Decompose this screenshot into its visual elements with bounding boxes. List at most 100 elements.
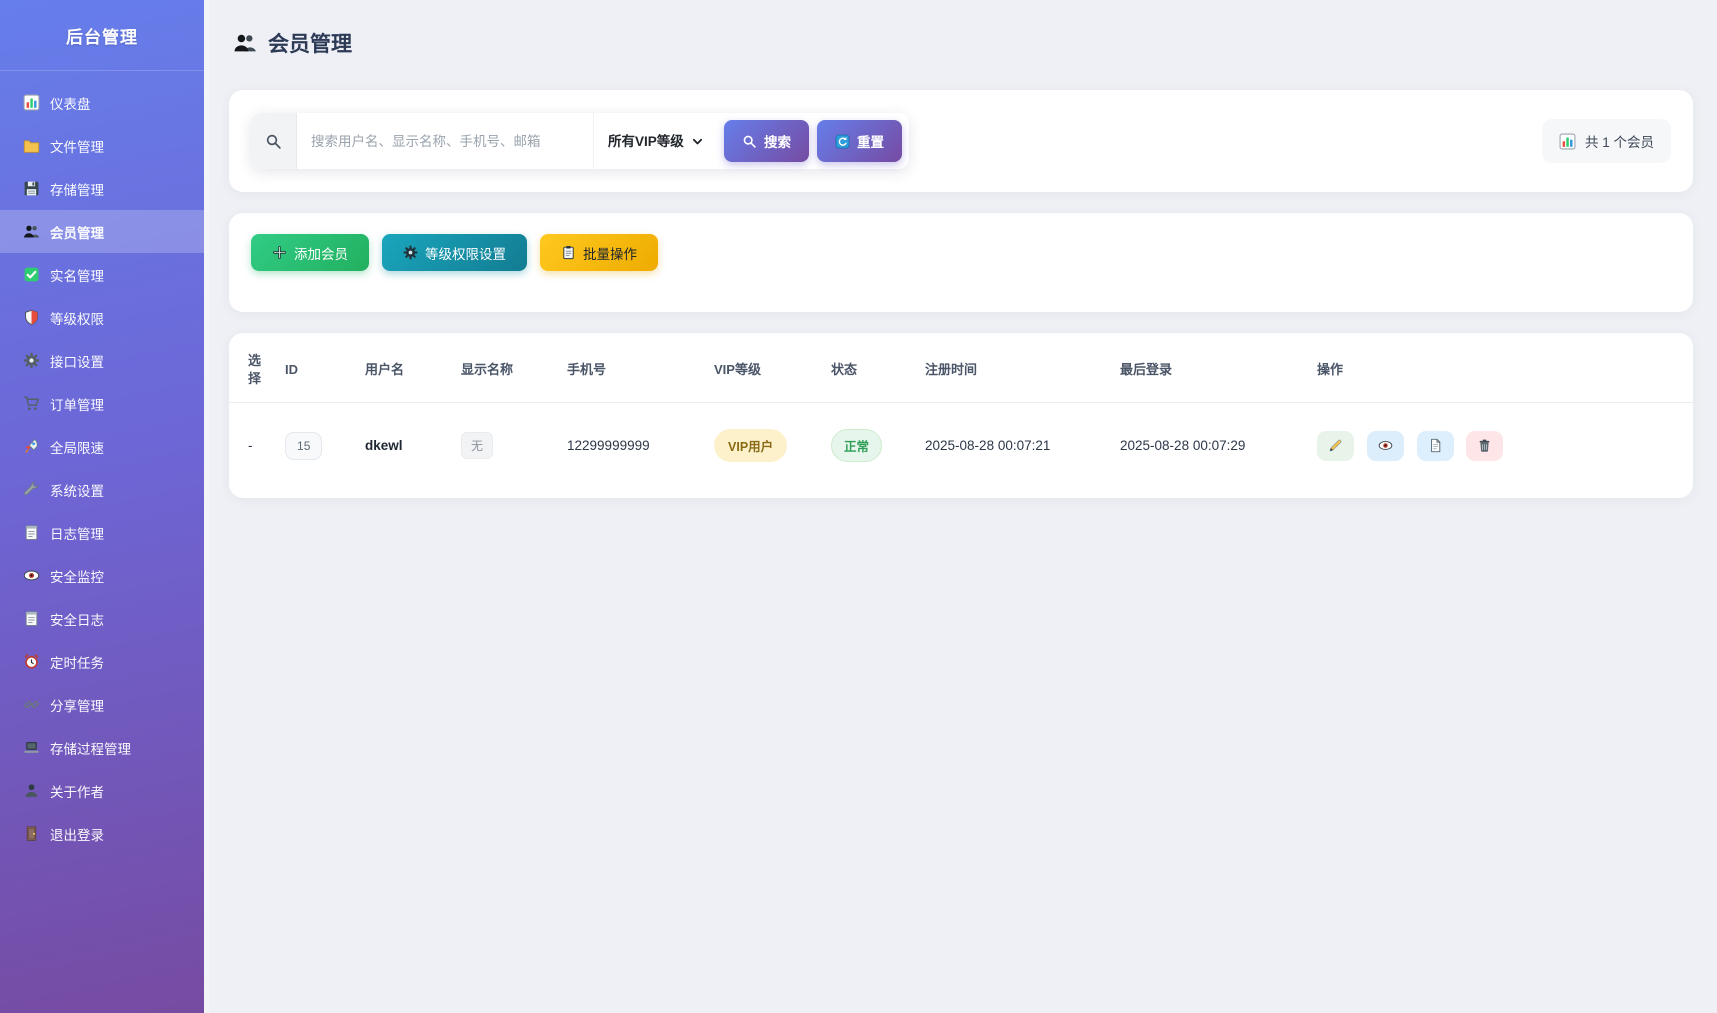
sidebar-item-orders[interactable]: 订单管理 <box>0 382 204 425</box>
add-member-button[interactable]: 添加会员 <box>251 234 369 271</box>
notepad-icon <box>23 524 40 541</box>
gear-icon <box>23 352 40 369</box>
sidebar-item-dashboard[interactable]: 仪表盘 <box>0 81 204 124</box>
sidebar-item-level-permission[interactable]: 等级权限 <box>0 296 204 339</box>
header-operations: 操作 <box>1305 335 1693 403</box>
edit-button[interactable] <box>1317 431 1354 461</box>
sidebar-item-label: 实名管理 <box>50 265 104 285</box>
cell-username: dkewl <box>353 403 449 489</box>
view-button[interactable] <box>1367 431 1404 461</box>
sidebar-item-system-settings[interactable]: 系统设置 <box>0 468 204 511</box>
cell-phone: 12299999999 <box>555 403 702 489</box>
clipboard-icon <box>561 245 576 260</box>
plus-icon <box>272 245 287 260</box>
delete-button[interactable] <box>1466 431 1503 461</box>
search-button[interactable]: 搜索 <box>724 120 809 162</box>
floppy-icon <box>23 180 40 197</box>
header-vip-level: VIP等级 <box>702 335 819 403</box>
sidebar-item-label: 文件管理 <box>50 136 104 156</box>
header-display-name: 显示名称 <box>449 335 555 403</box>
members-icon <box>23 223 40 240</box>
pencil-icon <box>1328 438 1343 453</box>
alarm-clock-icon <box>23 653 40 670</box>
page-icon <box>1428 438 1443 453</box>
header-status: 状态 <box>819 335 913 403</box>
person-icon <box>23 782 40 799</box>
cell-register-time: 2025-08-28 00:07:21 <box>913 403 1108 489</box>
bar-chart-icon <box>23 94 40 111</box>
sidebar-item-label: 等级权限 <box>50 308 104 328</box>
actions-card: 添加会员 等级权限设置 批量操作 <box>229 213 1693 312</box>
sidebar-item-label: 接口设置 <box>50 351 104 371</box>
sidebar-item-security-logs[interactable]: 安全日志 <box>0 597 204 640</box>
sidebar-item-logout[interactable]: 退出登录 <box>0 812 204 855</box>
sidebar-item-shares[interactable]: 分享管理 <box>0 683 204 726</box>
sidebar-item-label: 仪表盘 <box>50 93 91 113</box>
sidebar-item-label: 分享管理 <box>50 695 104 715</box>
cell-status: 正常 <box>819 403 913 489</box>
sidebar-item-label: 存储管理 <box>50 179 104 199</box>
sidebar-item-label: 安全日志 <box>50 609 104 629</box>
id-badge: 15 <box>285 432 322 460</box>
link-icon <box>23 696 40 713</box>
members-table-card: 选择 ID 用户名 显示名称 手机号 VIP等级 状态 注册时间 最后登录 操作… <box>229 333 1693 498</box>
sidebar-item-speed-limit[interactable]: 全局限速 <box>0 425 204 468</box>
sidebar-item-label: 安全监控 <box>50 566 104 586</box>
cell-select: - <box>229 403 273 489</box>
page-title: 会员管理 <box>233 28 1693 58</box>
sidebar-item-files[interactable]: 文件管理 <box>0 124 204 167</box>
vip-level-badge: VIP用户 <box>714 429 787 462</box>
app-title: 后台管理 <box>0 0 204 71</box>
folder-icon <box>23 137 40 154</box>
sidebar-item-label: 定时任务 <box>50 652 104 672</box>
bar-chart-icon <box>1559 133 1576 150</box>
search-input[interactable] <box>297 113 593 169</box>
header-phone: 手机号 <box>555 335 702 403</box>
search-icon <box>742 134 757 149</box>
rocket-icon <box>23 438 40 455</box>
vip-level-select-wrap: 所有VIP等级 <box>593 113 716 169</box>
cell-vip-level: VIP用户 <box>702 403 819 489</box>
notepad-icon <box>23 610 40 627</box>
sidebar-item-security-monitor[interactable]: 安全监控 <box>0 554 204 597</box>
level-permission-settings-button[interactable]: 等级权限设置 <box>382 234 527 271</box>
member-count-badge: 共 1 个会员 <box>1542 119 1671 163</box>
check-icon <box>23 266 40 283</box>
search-icon <box>251 113 297 169</box>
sidebar-item-stored-procedures[interactable]: 存储过程管理 <box>0 726 204 769</box>
cell-operations <box>1305 403 1693 489</box>
reset-button[interactable]: 重置 <box>817 120 902 162</box>
sidebar-item-label: 系统设置 <box>50 480 104 500</box>
sidebar-scrollbar[interactable] <box>204 0 209 1013</box>
page-title-text: 会员管理 <box>268 28 352 58</box>
sidebar-item-about-author[interactable]: 关于作者 <box>0 769 204 812</box>
sidebar-item-logs[interactable]: 日志管理 <box>0 511 204 554</box>
cell-id: 15 <box>273 403 353 489</box>
sidebar-item-label: 存储过程管理 <box>50 738 131 758</box>
sidebar-item-api-settings[interactable]: 接口设置 <box>0 339 204 382</box>
sidebar-item-members[interactable]: 会员管理 <box>0 210 204 253</box>
sidebar-item-label: 日志管理 <box>50 523 104 543</box>
sidebar-item-storage[interactable]: 存储管理 <box>0 167 204 210</box>
search-panel: 所有VIP等级 搜索 重置 <box>251 113 909 169</box>
sidebar-item-label: 关于作者 <box>50 781 104 801</box>
sidebar-item-label: 订单管理 <box>50 394 104 414</box>
member-count-text: 共 1 个会员 <box>1585 131 1654 151</box>
vip-level-select[interactable]: 所有VIP等级 <box>596 113 710 169</box>
members-icon <box>233 31 257 55</box>
sidebar-item-label: 会员管理 <box>50 222 104 242</box>
sidebar-item-cron-tasks[interactable]: 定时任务 <box>0 640 204 683</box>
header-username: 用户名 <box>353 335 449 403</box>
wrench-icon <box>23 481 40 498</box>
sidebar-item-realname[interactable]: 实名管理 <box>0 253 204 296</box>
batch-operations-button[interactable]: 批量操作 <box>540 234 658 271</box>
header-register-time: 注册时间 <box>913 335 1108 403</box>
table-row: - 15 dkewl 无 12299999999 VIP用户 正常 2025-0… <box>229 403 1693 489</box>
document-button[interactable] <box>1417 431 1454 461</box>
sidebar-item-label: 全局限速 <box>50 437 104 457</box>
eye-icon <box>1378 438 1393 453</box>
members-table: 选择 ID 用户名 显示名称 手机号 VIP等级 状态 注册时间 最后登录 操作… <box>229 335 1693 488</box>
cart-icon <box>23 395 40 412</box>
table-header-row: 选择 ID 用户名 显示名称 手机号 VIP等级 状态 注册时间 最后登录 操作 <box>229 335 1693 403</box>
eye-icon <box>23 567 40 584</box>
